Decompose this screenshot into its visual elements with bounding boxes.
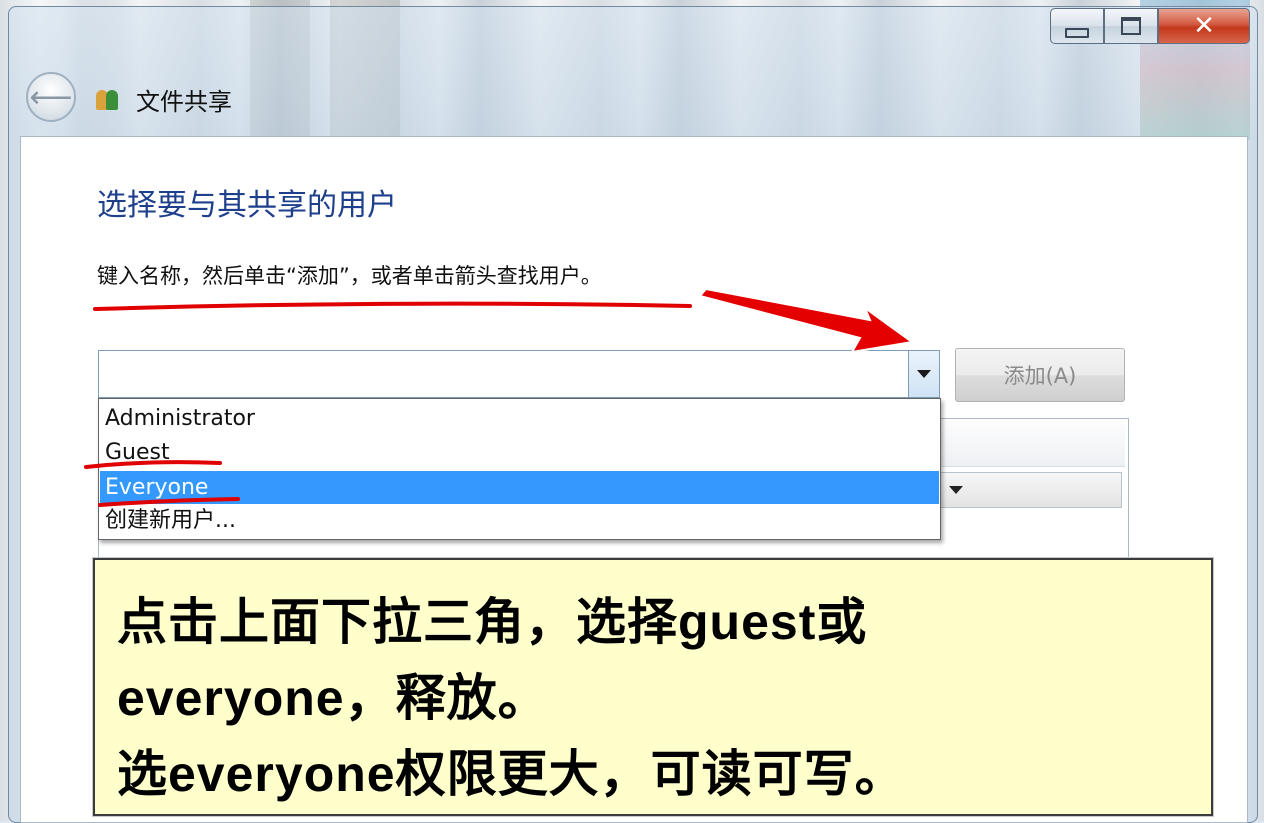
- maximize-icon: [1121, 17, 1141, 35]
- callout-line-3: 选everyone权限更大，可读可写。: [117, 746, 906, 802]
- user-dropdown-list: Administrator Guest Everyone 创建新用户...: [98, 398, 941, 540]
- minimize-icon: [1065, 28, 1089, 38]
- dropdown-item-administrator[interactable]: Administrator: [100, 402, 939, 435]
- page-heading: 选择要与其共享的用户: [97, 188, 397, 223]
- add-button[interactable]: 添加(A): [955, 348, 1125, 402]
- back-arrow-icon: ⟵: [29, 79, 73, 115]
- caption-buttons: ✕: [1050, 8, 1250, 44]
- chevron-down-icon: [949, 486, 963, 494]
- callout-line-2: everyone，释放。: [117, 670, 549, 726]
- maximize-button[interactable]: [1104, 8, 1158, 44]
- window-title: 文件共享: [136, 88, 232, 116]
- chevron-down-icon: [917, 370, 931, 378]
- dropdown-arrow-button[interactable]: [908, 351, 939, 397]
- dropdown-item-everyone[interactable]: Everyone: [100, 471, 939, 504]
- back-button[interactable]: ⟵: [26, 72, 76, 122]
- user-name-combobox[interactable]: [98, 350, 940, 398]
- minimize-button[interactable]: [1050, 8, 1104, 44]
- callout-line-1: 点击上面下拉三角，选择guest或: [117, 594, 868, 650]
- instruction-text: 键入名称，然后单击“添加”，或者单击箭头查找用户。: [97, 264, 602, 288]
- close-button[interactable]: ✕: [1158, 8, 1250, 44]
- close-icon: ✕: [1193, 11, 1215, 41]
- dropdown-item-create-user[interactable]: 创建新用户...: [100, 504, 939, 537]
- instruction-callout: 点击上面下拉三角，选择guest或 everyone，释放。 选everyone…: [93, 558, 1213, 816]
- file-sharing-icon: [96, 84, 122, 110]
- dropdown-item-guest[interactable]: Guest: [100, 436, 939, 469]
- permission-level-select[interactable]: [930, 472, 1122, 508]
